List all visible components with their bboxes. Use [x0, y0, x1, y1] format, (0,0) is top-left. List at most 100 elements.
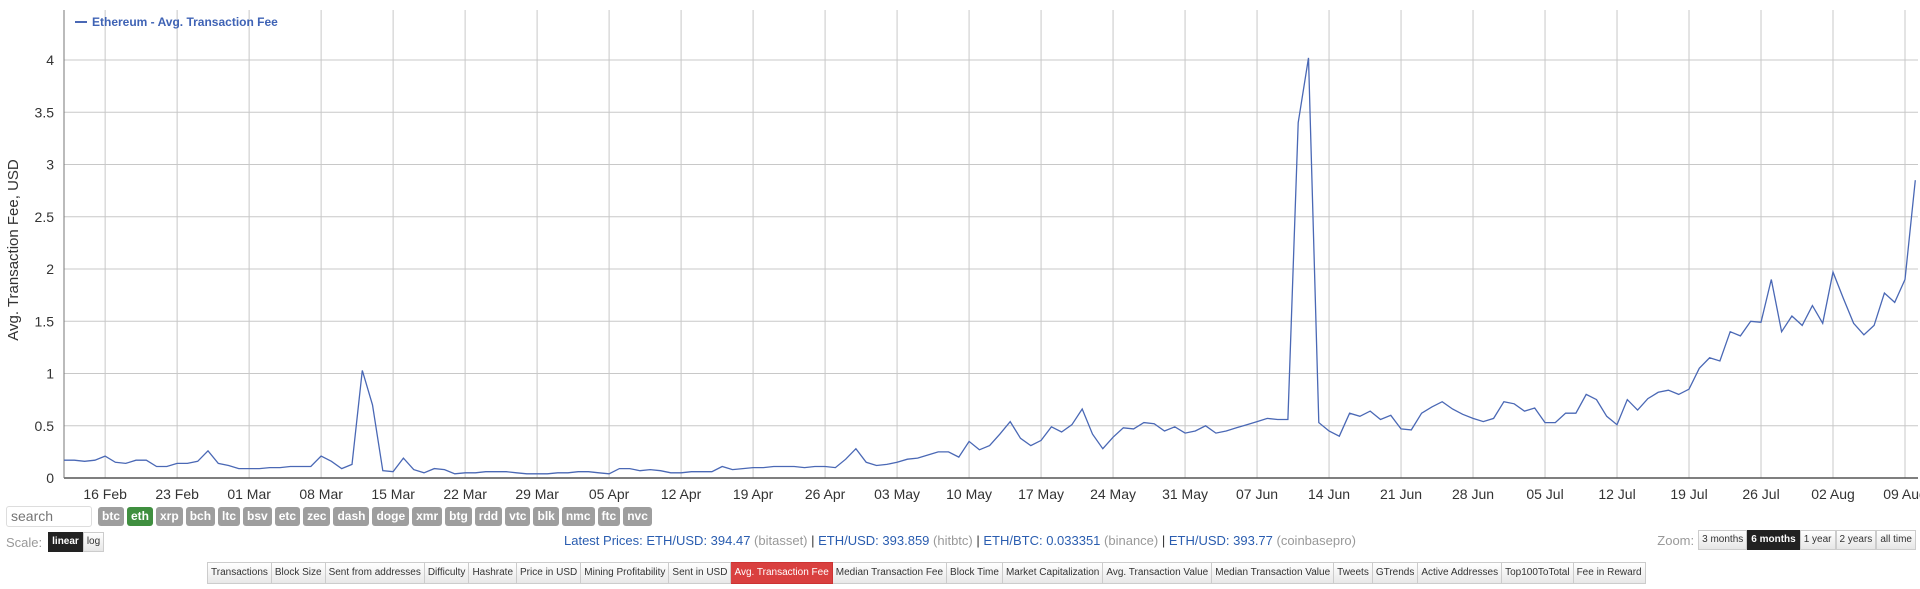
data-point[interactable] [987, 443, 993, 449]
coin-tag-doge[interactable]: doge [372, 506, 410, 526]
data-point[interactable] [1213, 430, 1219, 436]
data-point[interactable] [637, 468, 643, 474]
data-point[interactable] [730, 467, 736, 473]
data-point[interactable] [740, 466, 746, 472]
data-point[interactable] [1717, 358, 1723, 364]
data-point[interactable] [1048, 424, 1054, 430]
data-point[interactable] [596, 470, 602, 476]
tab-avg-transaction-value[interactable]: Avg. Transaction Value [1103, 562, 1213, 584]
tab-block-time[interactable]: Block Time [947, 562, 1003, 584]
data-point[interactable] [215, 460, 221, 466]
data-point[interactable] [1059, 429, 1065, 435]
data-point[interactable] [1881, 290, 1887, 296]
data-point[interactable] [791, 464, 797, 470]
data-point[interactable] [1028, 443, 1034, 449]
legend[interactable]: Ethereum - Avg. Transaction Fee [75, 15, 278, 29]
data-point[interactable] [431, 466, 437, 472]
data-point[interactable] [1151, 421, 1157, 427]
data-point[interactable] [349, 461, 355, 467]
data-point[interactable] [400, 455, 406, 461]
data-point[interactable] [1264, 415, 1270, 421]
data-point[interactable] [1203, 423, 1209, 429]
tab-market-capitalization[interactable]: Market Capitalization [1002, 562, 1104, 584]
data-point[interactable] [359, 367, 365, 373]
data-point[interactable] [1491, 415, 1497, 421]
tab-transactions[interactable]: Transactions [207, 562, 272, 584]
data-point[interactable] [1192, 428, 1198, 434]
data-point[interactable] [1655, 389, 1661, 395]
zoom-2-years-button[interactable]: 2 years [1835, 530, 1877, 550]
data-point[interactable] [627, 466, 633, 472]
data-point[interactable] [1449, 406, 1455, 412]
data-point[interactable] [1419, 410, 1425, 416]
data-point[interactable] [61, 457, 67, 463]
data-point[interactable] [1614, 422, 1620, 428]
tab-median-transaction-fee[interactable]: Median Transaction Fee [832, 562, 948, 584]
data-point[interactable] [1892, 299, 1898, 305]
coin-tag-nmc[interactable]: nmc [561, 506, 595, 526]
tab-active-addresses[interactable]: Active Addresses [1418, 562, 1503, 584]
data-point[interactable] [308, 464, 314, 470]
data-point[interactable] [256, 466, 262, 472]
data-point[interactable] [1727, 329, 1733, 335]
data-point[interactable] [1521, 408, 1527, 414]
coin-tag-rdd[interactable]: rdd [474, 506, 503, 526]
data-point[interactable] [71, 457, 77, 463]
data-point[interactable] [1388, 412, 1394, 418]
data-point[interactable] [1820, 320, 1826, 326]
data-point[interactable] [1758, 319, 1764, 325]
tab-gtrends[interactable]: GTrends [1372, 562, 1419, 584]
data-point[interactable] [1233, 425, 1239, 431]
data-point[interactable] [277, 465, 283, 471]
data-point[interactable] [1305, 55, 1311, 61]
coin-tag-vtc[interactable]: vtc [505, 506, 531, 526]
data-point[interactable] [1511, 401, 1517, 407]
data-point[interactable] [822, 464, 828, 470]
data-point[interactable] [1460, 411, 1466, 417]
data-point[interactable] [1676, 391, 1682, 397]
data-point[interactable] [1480, 419, 1486, 425]
data-point[interactable] [709, 469, 715, 475]
data-point[interactable] [1254, 419, 1260, 425]
data-point[interactable] [1624, 397, 1630, 403]
data-point[interactable] [267, 465, 273, 471]
coin-tag-blk[interactable]: blk [533, 506, 559, 526]
data-point[interactable] [1542, 420, 1548, 426]
data-point[interactable] [102, 453, 108, 459]
data-point[interactable] [1789, 313, 1795, 319]
data-point[interactable] [1902, 276, 1908, 282]
data-point[interactable] [1604, 413, 1610, 419]
data-point[interactable] [483, 469, 489, 475]
data-point[interactable] [699, 469, 705, 475]
data-point[interactable] [843, 456, 849, 462]
data-point[interactable] [1079, 406, 1085, 412]
data-point[interactable] [1120, 425, 1126, 431]
data-point[interactable] [997, 431, 1003, 437]
coin-tag-ftc[interactable]: ftc [597, 506, 621, 526]
data-point[interactable] [1501, 399, 1507, 405]
data-point[interactable] [1347, 410, 1353, 416]
coin-tag-btg[interactable]: btg [445, 506, 472, 526]
search-input[interactable] [6, 505, 92, 527]
data-point[interactable] [935, 449, 941, 455]
data-point[interactable] [1357, 413, 1363, 419]
data-point[interactable] [493, 469, 499, 475]
data-point[interactable] [380, 468, 386, 474]
data-point[interactable] [1285, 416, 1291, 422]
data-point[interactable] [1861, 332, 1867, 338]
data-point[interactable] [1737, 333, 1743, 339]
data-point[interactable] [904, 456, 910, 462]
data-point[interactable] [452, 471, 458, 477]
coin-tag-xrp[interactable]: xrp [156, 506, 183, 526]
data-point[interactable] [719, 464, 725, 470]
data-point[interactable] [915, 455, 921, 461]
coin-tag-eth[interactable]: eth [127, 506, 153, 526]
data-point[interactable] [863, 459, 869, 465]
tab-hashrate[interactable]: Hashrate [469, 562, 518, 584]
data-point[interactable] [894, 459, 900, 465]
tab-top100tototal[interactable]: Top100ToTotal [1502, 562, 1574, 584]
data-point[interactable] [1089, 431, 1095, 437]
data-point[interactable] [246, 466, 252, 472]
coin-tag-nvc[interactable]: nvc [623, 506, 652, 526]
data-point[interactable] [287, 464, 293, 470]
